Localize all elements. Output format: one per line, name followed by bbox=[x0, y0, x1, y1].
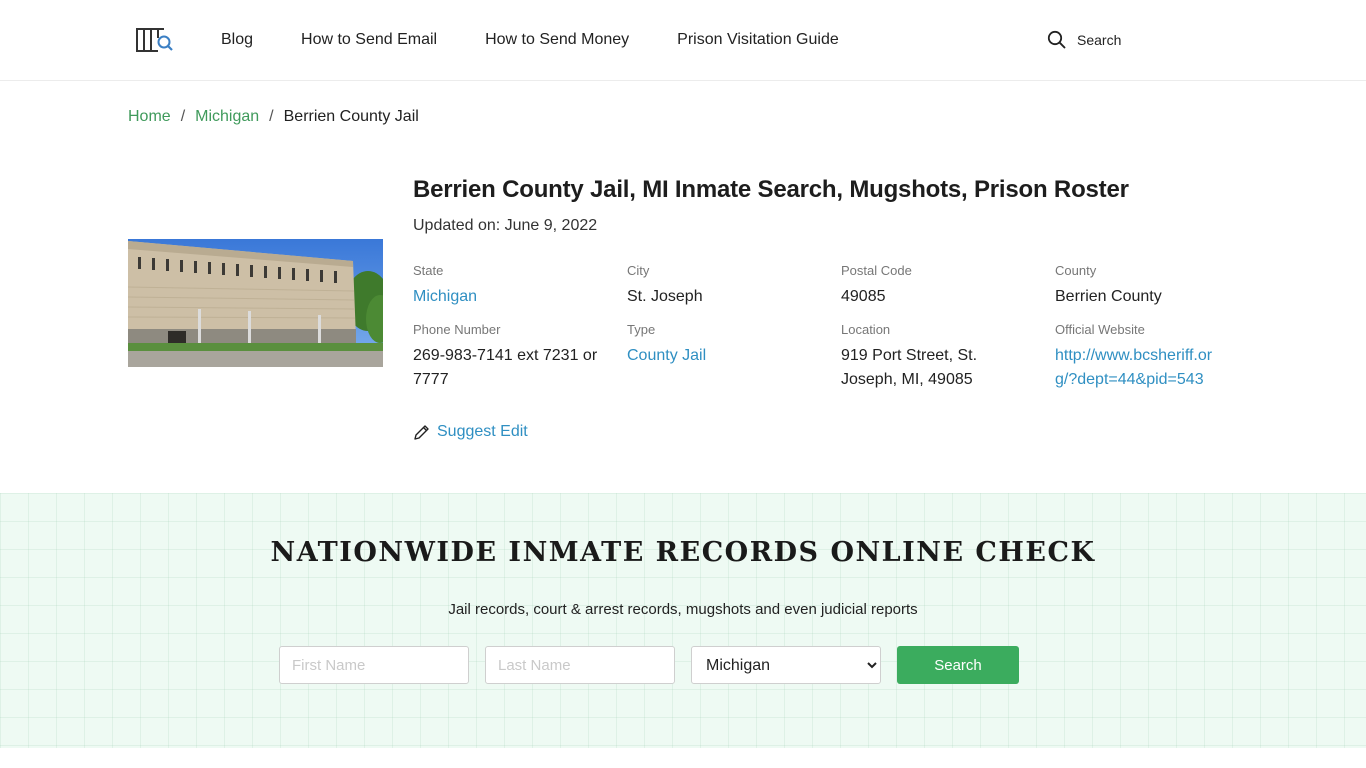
breadcrumb-separator: / bbox=[180, 108, 186, 125]
breadcrumb-state[interactable]: Michigan bbox=[195, 108, 259, 126]
info-value: 919 Port Street, St. Joseph, MI, 49085 bbox=[841, 347, 978, 388]
header-search-button[interactable]: Search bbox=[1047, 30, 1121, 49]
info-label: Phone Number bbox=[413, 322, 501, 337]
info-value: 269-983-7141 ext 7231 or 7777 bbox=[413, 347, 598, 388]
info-label: Type bbox=[627, 322, 656, 337]
info-value: Berrien County bbox=[1055, 288, 1162, 305]
inmate-records-section bbox=[0, 493, 1366, 748]
website-link[interactable]: http://www.bcsheriff.org/?dept=44&pid=54… bbox=[1055, 344, 1227, 392]
pencil-icon bbox=[414, 424, 429, 440]
breadcrumb-current: Berrien County Jail bbox=[283, 108, 419, 125]
records-subtitle: Jail records, court & arrest records, mu… bbox=[448, 601, 918, 618]
info-label: City bbox=[627, 263, 650, 278]
info-county: County Berrien County bbox=[1055, 263, 1245, 309]
facility-photo bbox=[128, 239, 383, 367]
suggest-edit-label: Suggest Edit bbox=[437, 423, 528, 440]
info-label: County bbox=[1055, 263, 1097, 278]
info-value: St. Joseph bbox=[627, 288, 703, 305]
info-value: 49085 bbox=[841, 288, 886, 305]
info-type: Type County Jail bbox=[627, 322, 817, 368]
updated-date: Updated on: June 9, 2022 bbox=[413, 217, 598, 234]
info-label: State bbox=[413, 263, 444, 278]
state-select[interactable]: Michigan bbox=[691, 646, 881, 684]
info-state: State Michigan bbox=[413, 263, 603, 309]
state-link[interactable]: Michigan bbox=[413, 285, 603, 309]
site-logo-icon[interactable] bbox=[134, 26, 174, 54]
breadcrumb-separator: / bbox=[269, 108, 274, 125]
nav-how-to-send-money[interactable]: How to Send Money bbox=[485, 31, 629, 49]
records-title: NATIONWIDE INMATE RECORDS ONLINE CHECK bbox=[270, 537, 1096, 568]
first-name-input[interactable] bbox=[279, 646, 469, 684]
info-website: Official Website http://www.bcsheriff.or… bbox=[1055, 322, 1227, 392]
main-nav: Blog How to Send Email How to Send Money… bbox=[221, 0, 887, 80]
breadcrumb: Home / Michigan / Berrien County Jail bbox=[128, 108, 419, 126]
page-title: Berrien County Jail, MI Inmate Search, M… bbox=[413, 176, 1129, 203]
suggest-edit-link[interactable]: Suggest Edit bbox=[413, 423, 528, 441]
records-search-button[interactable]: Search bbox=[897, 646, 1019, 684]
nav-blog[interactable]: Blog bbox=[221, 31, 253, 49]
info-phone: Phone Number 269-983-7141 ext 7231 or 77… bbox=[413, 322, 603, 392]
info-label: Location bbox=[841, 322, 891, 337]
breadcrumb-home[interactable]: Home bbox=[128, 108, 171, 126]
header-search-label: Search bbox=[1077, 31, 1122, 48]
nav-how-to-send-email[interactable]: How to Send Email bbox=[301, 31, 437, 49]
info-postal-code: Postal Code 49085 bbox=[841, 263, 1031, 309]
info-city: City St. Joseph bbox=[627, 263, 817, 309]
site-header: Blog How to Send Email How to Send Money… bbox=[0, 0, 1366, 81]
search-icon bbox=[1047, 30, 1066, 49]
info-label: Postal Code bbox=[841, 263, 912, 278]
info-label: Official Website bbox=[1055, 322, 1145, 337]
nav-prison-visitation-guide[interactable]: Prison Visitation Guide bbox=[677, 31, 839, 49]
last-name-input[interactable] bbox=[485, 646, 675, 684]
type-link[interactable]: County Jail bbox=[627, 344, 817, 368]
info-location: Location 919 Port Street, St. Joseph, MI… bbox=[841, 322, 991, 392]
